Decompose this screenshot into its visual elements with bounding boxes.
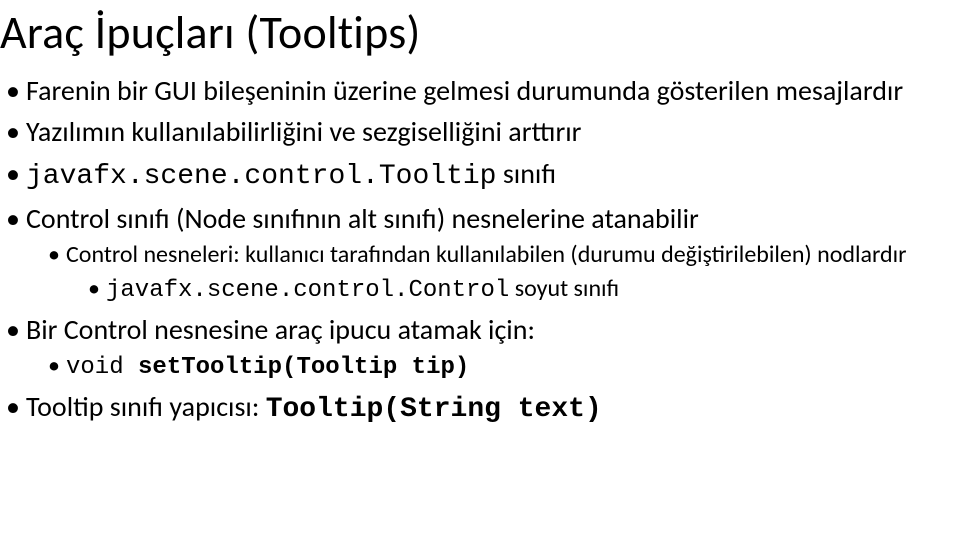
bullet-sublist: javafx.scene.control.Control soyut sınıf… [66,273,938,306]
slide: Araç İpuçları (Tooltips) Farenin bir GUI… [0,0,960,545]
bullet-item: Yazılımın kullanılabilirliğini ve sezgis… [6,114,938,150]
bullet-list: Farenin bir GUI bileşeninin üzerine gelm… [0,73,938,429]
bullet-sublist: Control nesneleri: kullanıcı tarafından … [26,239,938,306]
bullet-subitem: void setTooltip(Tooltip tip) [48,350,938,384]
bullet-item: Bir Control nesnesine araç ipucu atamak … [6,312,938,384]
bullet-subitem: Control nesneleri: kullanıcı tarafından … [48,239,938,306]
bullet-text: Tooltip sınıfı yapıcısı: [26,389,266,424]
bullet-text: Bir Control nesnesine araç ipucu atamak … [26,312,535,347]
code-bold: Tooltip(String text) [266,394,602,425]
bullet-sublist: void setTooltip(Tooltip tip) [26,350,938,384]
bullet-text: Control nesneleri: kullanıcı tarafından … [66,240,907,269]
bullet-text: sınıfı [496,156,556,191]
bullet-item: Farenin bir GUI bileşeninin üzerine gelm… [6,73,938,109]
slide-title: Araç İpuçları (Tooltips) [0,8,938,59]
bullet-item: Tooltip sınıfı yapıcısı: Tooltip(String … [6,389,938,428]
bullet-item: Control sınıfı (Node sınıfının alt sınıf… [6,201,938,306]
bullet-text: soyut sınıfı [509,274,619,303]
code-text: javafx.scene.control.Tooltip [26,161,496,192]
bullet-text: Control sınıfı (Node sınıfının alt sınıf… [26,201,699,236]
code-text: void [66,354,138,381]
bullet-text: Farenin bir GUI bileşeninin üzerine gelm… [26,73,903,108]
code-text: javafx.scene.control.Control [106,277,509,304]
bullet-subsubitem: javafx.scene.control.Control soyut sınıf… [88,273,938,306]
bullet-text: Yazılımın kullanılabilirliğini ve sezgis… [26,114,581,149]
bullet-item: javafx.scene.control.Tooltip sınıfı [6,156,938,195]
code-bold: setTooltip(Tooltip tip) [138,354,469,381]
